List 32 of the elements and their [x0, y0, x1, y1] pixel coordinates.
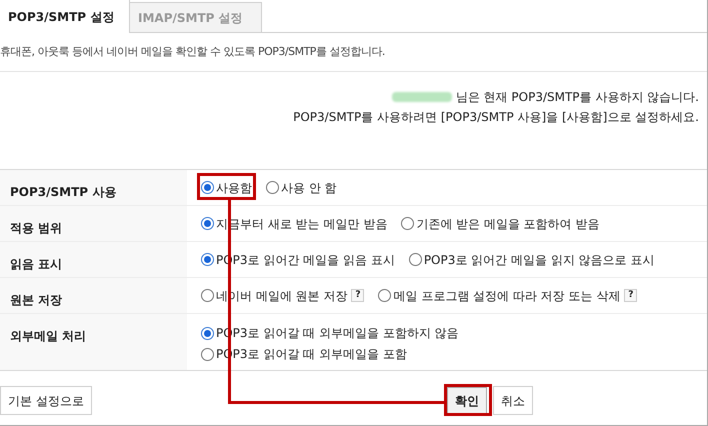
- radio-button[interactable]: [378, 289, 392, 302]
- radio-button[interactable]: [201, 253, 214, 266]
- setting-label: POP3/SMTP 사용: [10, 185, 116, 199]
- help-icon[interactable]: ?: [624, 289, 638, 302]
- radio-button[interactable]: [201, 289, 214, 302]
- highlight-frame: [444, 384, 492, 416]
- notice-text: 님은 현재 POP3/SMTP를 사용하지 않습니다.: [456, 89, 699, 106]
- radio-button[interactable]: [201, 217, 214, 230]
- description-text: 휴대폰, 아웃룩 등에서 네이버 메일을 확인할 수 있도록 POP3/SMTP를 설정합니다.: [0, 44, 385, 60]
- radio-button[interactable]: [408, 253, 422, 266]
- radio-button[interactable]: [266, 181, 279, 194]
- cancel-button[interactable]: 취소: [492, 386, 533, 415]
- option-label[interactable]: POP3로 읽어간 메일을 읽지 않음으로 표시: [424, 250, 654, 268]
- option-label[interactable]: 사용함: [216, 178, 252, 196]
- option-label[interactable]: 기존에 받은 메일을 포함하여 받음: [416, 214, 600, 232]
- setting-label: 외부메일 처리: [10, 329, 86, 343]
- setting-label: 읽음 표시: [10, 257, 62, 271]
- tab[interactable]: POP3/SMTP 설정: [0, 0, 130, 33]
- help-icon[interactable]: ?: [351, 289, 364, 302]
- radio-button[interactable]: [401, 217, 414, 230]
- highlight-frame: [197, 173, 256, 200]
- radio-button[interactable]: [201, 326, 214, 340]
- confirm-button[interactable]: 확인: [446, 387, 487, 414]
- reset-button[interactable]: 기본 설정으로: [0, 386, 92, 415]
- option-label[interactable]: 사용 안 함: [281, 178, 337, 196]
- radio-button[interactable]: [201, 181, 214, 194]
- setting-label: 원본 저장: [10, 293, 62, 307]
- setting-label: 적용 범위: [10, 221, 62, 235]
- option-label[interactable]: 메일 프로그램 설정에 따라 저장 또는 삭제: [393, 286, 620, 304]
- notice-text: POP3/SMTP를 사용하려면 [POP3/SMTP 사용]을 [사용함]으로 설정하세요.: [293, 109, 699, 126]
- radio-button[interactable]: [201, 348, 214, 360]
- blurred-username: [392, 92, 452, 102]
